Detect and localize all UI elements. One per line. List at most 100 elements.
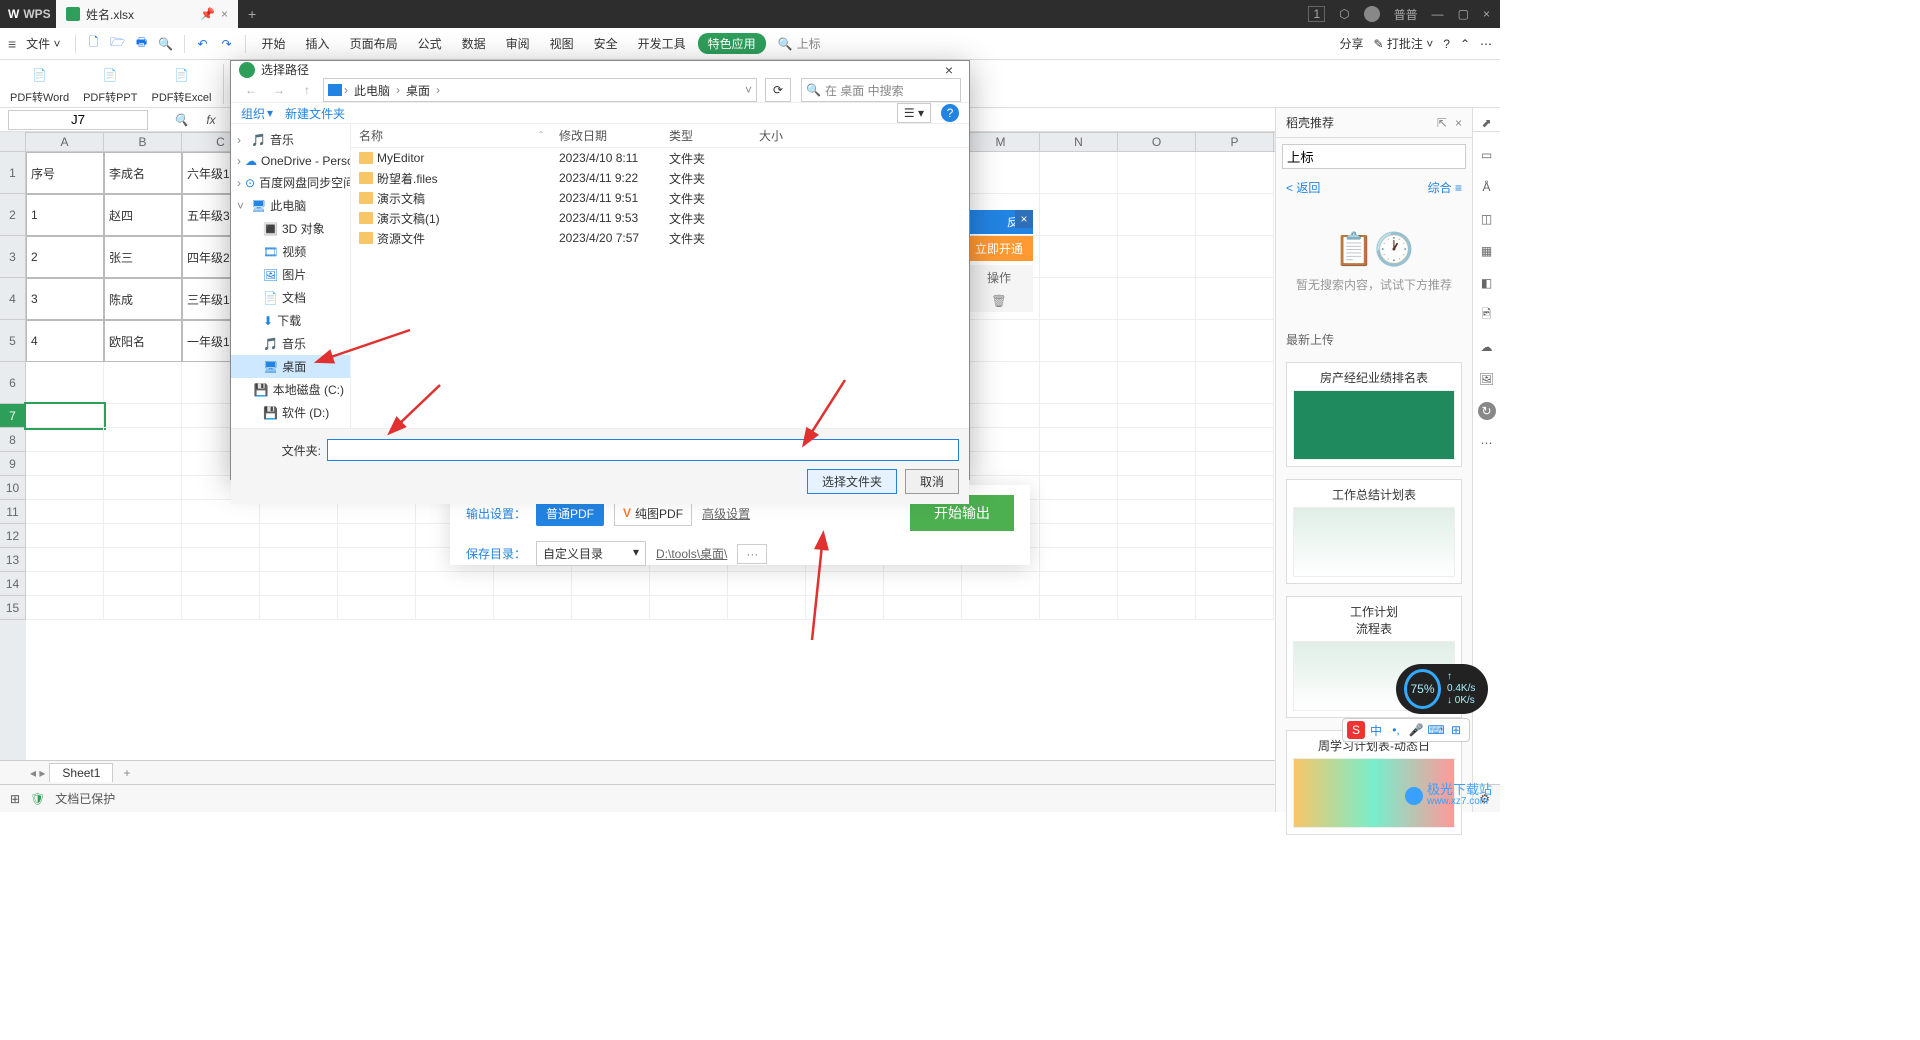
ribbon-tab-data[interactable]: 数据 <box>454 33 494 54</box>
cell[interactable] <box>1196 236 1274 278</box>
cell[interactable] <box>26 362 104 404</box>
ribbon-tab-view[interactable]: 视图 <box>542 33 582 54</box>
nav-forward-icon[interactable]: → <box>267 78 291 102</box>
file-menu[interactable]: 文件 ˅ <box>20 33 66 54</box>
gift-icon[interactable]: ⬡ <box>1339 7 1349 21</box>
cell[interactable] <box>962 596 1040 620</box>
cell[interactable] <box>104 524 182 548</box>
folder-tree[interactable]: ›🎵音乐›☁OneDrive - Perso›⊙百度网盘同步空间˅🖥此电脑🔳3D… <box>231 124 351 428</box>
cell[interactable] <box>260 596 338 620</box>
cell[interactable] <box>962 362 1040 404</box>
col-header[interactable]: P <box>1196 133 1274 151</box>
cell[interactable] <box>884 572 962 596</box>
cell[interactable] <box>650 572 728 596</box>
tree-node[interactable]: 💾软件 (D:) <box>231 401 350 424</box>
sheet-nav[interactable]: ◂ ▸ <box>30 766 45 780</box>
select-icon[interactable]: ▭ <box>1478 146 1496 164</box>
cell[interactable] <box>104 428 182 452</box>
cell[interactable] <box>1118 404 1196 428</box>
collapse-ribbon-icon[interactable]: ⌃ <box>1460 37 1470 51</box>
cell[interactable]: 序号 <box>26 152 104 194</box>
row-header[interactable]: 9 <box>0 452 26 476</box>
cursor-icon[interactable]: ⬈ <box>1478 114 1496 132</box>
template-card-1[interactable]: 房产经纪业绩排名表 <box>1286 362 1462 467</box>
cell[interactable] <box>1196 320 1274 362</box>
pdf-to-word-button[interactable]: 📄 PDF转Word <box>4 63 75 105</box>
cell[interactable] <box>962 152 1040 194</box>
dialog-close-icon[interactable]: × <box>937 62 961 78</box>
tree-node[interactable]: ›⊙百度网盘同步空间 <box>231 171 350 194</box>
cell[interactable] <box>1196 572 1274 596</box>
cell[interactable] <box>26 500 104 524</box>
cell[interactable]: 欧阳名 <box>104 320 182 362</box>
refresh-icon[interactable]: ↻ <box>1478 402 1496 420</box>
cell[interactable] <box>650 596 728 620</box>
save-path-link[interactable]: D:\tools\桌面\ <box>656 545 727 562</box>
tree-node[interactable]: 🔳3D 对象 <box>231 217 350 240</box>
panel-sort[interactable]: 综合 ≡ <box>1428 179 1462 196</box>
row-header[interactable]: 6 <box>0 362 26 404</box>
cell[interactable]: 2 <box>26 236 104 278</box>
cell[interactable] <box>26 476 104 500</box>
new-folder-button[interactable]: 新建文件夹 <box>285 105 345 122</box>
tree-node[interactable]: ˅🖥此电脑 <box>231 194 350 217</box>
minimize-icon[interactable]: — <box>1432 7 1444 21</box>
cell[interactable] <box>26 524 104 548</box>
cell[interactable] <box>572 596 650 620</box>
file-list-columns[interactable]: 名称ˆ 修改日期 类型 大小 <box>351 124 969 148</box>
ime-mic-icon[interactable]: 🎤 <box>1407 721 1425 739</box>
cell[interactable]: 3 <box>26 278 104 320</box>
share-button[interactable]: 分享 <box>1339 35 1363 52</box>
ime-grid-icon[interactable]: ⊞ <box>1447 721 1465 739</box>
cell[interactable] <box>806 572 884 596</box>
cell[interactable] <box>1196 428 1274 452</box>
cell[interactable] <box>26 452 104 476</box>
ribbon-tab-insert[interactable]: 插入 <box>298 33 338 54</box>
open-icon[interactable]: 🗁 <box>108 34 128 54</box>
cell[interactable] <box>260 524 338 548</box>
panel-back-link[interactable]: < 返回 <box>1286 179 1320 196</box>
advanced-settings-link[interactable]: 高级设置 <box>702 505 750 522</box>
member-open-button[interactable]: 立即开通 <box>965 236 1033 261</box>
new-icon[interactable]: 🗋 <box>84 34 104 54</box>
cell[interactable] <box>1040 362 1118 404</box>
panel-search-input[interactable] <box>1282 144 1466 169</box>
cell[interactable] <box>1040 320 1118 362</box>
fx-label[interactable]: fx <box>196 113 226 127</box>
ribbon-tab-review[interactable]: 审阅 <box>498 33 538 54</box>
ribbon-tab-devtools[interactable]: 开发工具 <box>630 33 694 54</box>
panel-close-icon[interactable]: × <box>1455 116 1462 130</box>
browse-path-button[interactable]: ··· <box>737 544 767 564</box>
close-tab-icon[interactable]: × <box>221 7 228 21</box>
document-tab[interactable]: 姓名.xlsx 📌 × <box>56 0 238 28</box>
cancel-button[interactable]: 取消 <box>905 469 959 494</box>
normal-pdf-button[interactable]: 普通PDF <box>536 501 604 526</box>
cell[interactable] <box>26 428 104 452</box>
cell[interactable] <box>1118 452 1196 476</box>
cell[interactable] <box>416 596 494 620</box>
ribbon-tab-special[interactable]: 特色应用 <box>698 33 766 54</box>
panel-settings-icon[interactable]: ⇱ <box>1437 116 1447 130</box>
pdf-to-ppt-button[interactable]: 📄 PDF转PPT <box>77 63 143 105</box>
cell[interactable] <box>962 572 1040 596</box>
cell[interactable] <box>1196 452 1274 476</box>
col-header[interactable]: M <box>962 133 1040 151</box>
cell[interactable] <box>1040 452 1118 476</box>
tree-node[interactable]: 🎞视频 <box>231 240 350 263</box>
cell[interactable] <box>1196 152 1274 194</box>
print-icon[interactable]: 🖶 <box>132 34 152 54</box>
col-header[interactable]: N <box>1040 133 1118 151</box>
pure-pdf-button[interactable]: V纯图PDF <box>614 501 692 526</box>
cell[interactable] <box>182 572 260 596</box>
tree-node[interactable]: 🖥桌面 <box>231 355 350 378</box>
cell[interactable] <box>416 572 494 596</box>
cell[interactable] <box>104 596 182 620</box>
cell[interactable] <box>1118 278 1196 320</box>
cell[interactable] <box>728 572 806 596</box>
preview-icon[interactable]: 🔍 <box>156 34 176 54</box>
cell[interactable] <box>1196 476 1274 500</box>
cell[interactable] <box>1118 548 1196 572</box>
cell[interactable] <box>1196 596 1274 620</box>
row-header[interactable]: 2 <box>0 194 26 236</box>
row-header[interactable]: 8 <box>0 428 26 452</box>
